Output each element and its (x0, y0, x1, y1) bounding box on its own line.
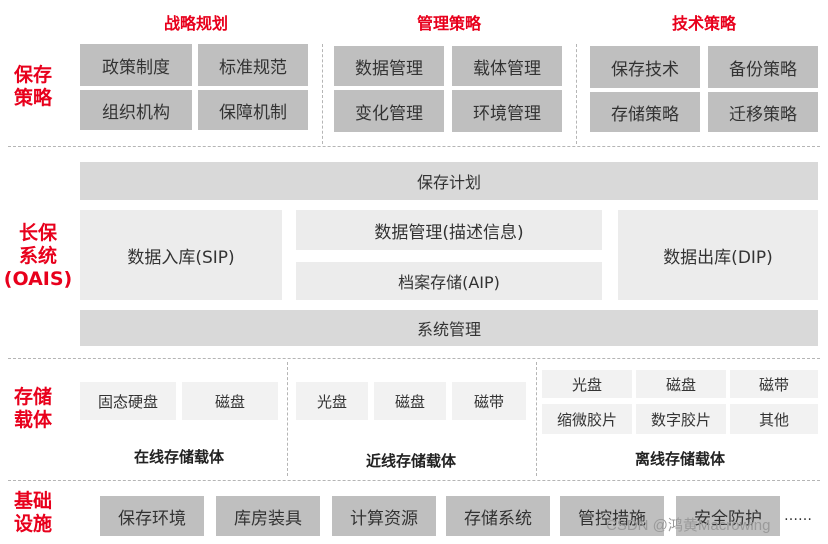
box-preservation-plan: 保存计划 (80, 162, 818, 200)
box-storage-equipment: 库房装具 (216, 496, 320, 536)
box-offline-optical: 光盘 (542, 370, 632, 398)
box-storage-strategy: 存储策略 (590, 92, 700, 132)
box-offline-digital-film: 数字胶片 (636, 404, 726, 434)
label-online-storage: 在线存储载体 (133, 448, 224, 466)
box-nearline-optical: 光盘 (296, 382, 368, 420)
header-technical: 技术策略 (671, 14, 736, 33)
box-policy: 政策制度 (80, 44, 192, 86)
box-archival-aip: 档案存储(AIP) (296, 262, 602, 300)
header-management: 管理策略 (416, 14, 481, 33)
separator-1 (8, 146, 820, 147)
infra-ellipsis: …… (784, 508, 812, 524)
strategy-divider-1 (322, 44, 323, 144)
separator-2 (8, 358, 820, 359)
section-label-strategy: 保存 策略 (8, 64, 58, 110)
box-change-management: 变化管理 (334, 90, 444, 132)
box-preservation-env: 保存环境 (100, 496, 204, 536)
box-storage-system: 存储系统 (446, 496, 550, 536)
box-online-disk: 磁盘 (182, 382, 278, 420)
box-data-management: 数据管理 (334, 46, 444, 86)
box-nearline-disk: 磁盘 (374, 382, 446, 420)
strategy-divider-2 (576, 44, 577, 144)
box-offline-microfilm: 缩微胶片 (542, 404, 632, 434)
box-online-ssd: 固态硬盘 (80, 382, 176, 420)
header-planning: 战略规划 (163, 14, 228, 33)
box-environment-management: 环境管理 (452, 90, 562, 132)
separator-3 (8, 480, 820, 481)
box-access-dip: 数据出库(DIP) (618, 210, 818, 300)
box-ingest-sip: 数据入库(SIP) (80, 210, 282, 300)
box-system-admin: 系统管理 (80, 310, 818, 346)
section-label-strategy-line1: 保存 (13, 64, 52, 86)
box-compute-resources: 计算资源 (332, 496, 436, 536)
label-nearline-storage: 近线存储载体 (365, 452, 456, 470)
section-label-infra: 基础 设施 (13, 490, 52, 535)
box-standards: 标准规范 (198, 44, 308, 86)
box-carrier-management: 载体管理 (452, 46, 562, 86)
label-offline-storage: 离线存储载体 (634, 450, 725, 468)
box-organization: 组织机构 (80, 90, 192, 130)
box-migration-strategy: 迁移策略 (708, 92, 818, 132)
box-preservation-tech: 保存技术 (590, 46, 700, 88)
box-data-management-desc: 数据管理(描述信息) (296, 210, 602, 250)
storage-divider-2 (536, 362, 537, 476)
section-label-oais: 长保 系统 (OAIS) (3, 222, 73, 290)
box-nearline-tape: 磁带 (452, 382, 526, 420)
box-offline-tape: 磁带 (730, 370, 818, 398)
storage-divider-1 (287, 362, 288, 476)
section-label-strategy-line2: 策略 (13, 87, 52, 109)
box-safeguard: 保障机制 (198, 90, 308, 130)
section-label-storage: 存储 载体 (13, 386, 52, 431)
box-offline-disk: 磁盘 (636, 370, 726, 398)
box-backup-strategy: 备份策略 (708, 46, 818, 88)
box-offline-other: 其他 (730, 404, 818, 434)
watermark-text: CSDN @鸿黄Macrowing (606, 517, 771, 534)
